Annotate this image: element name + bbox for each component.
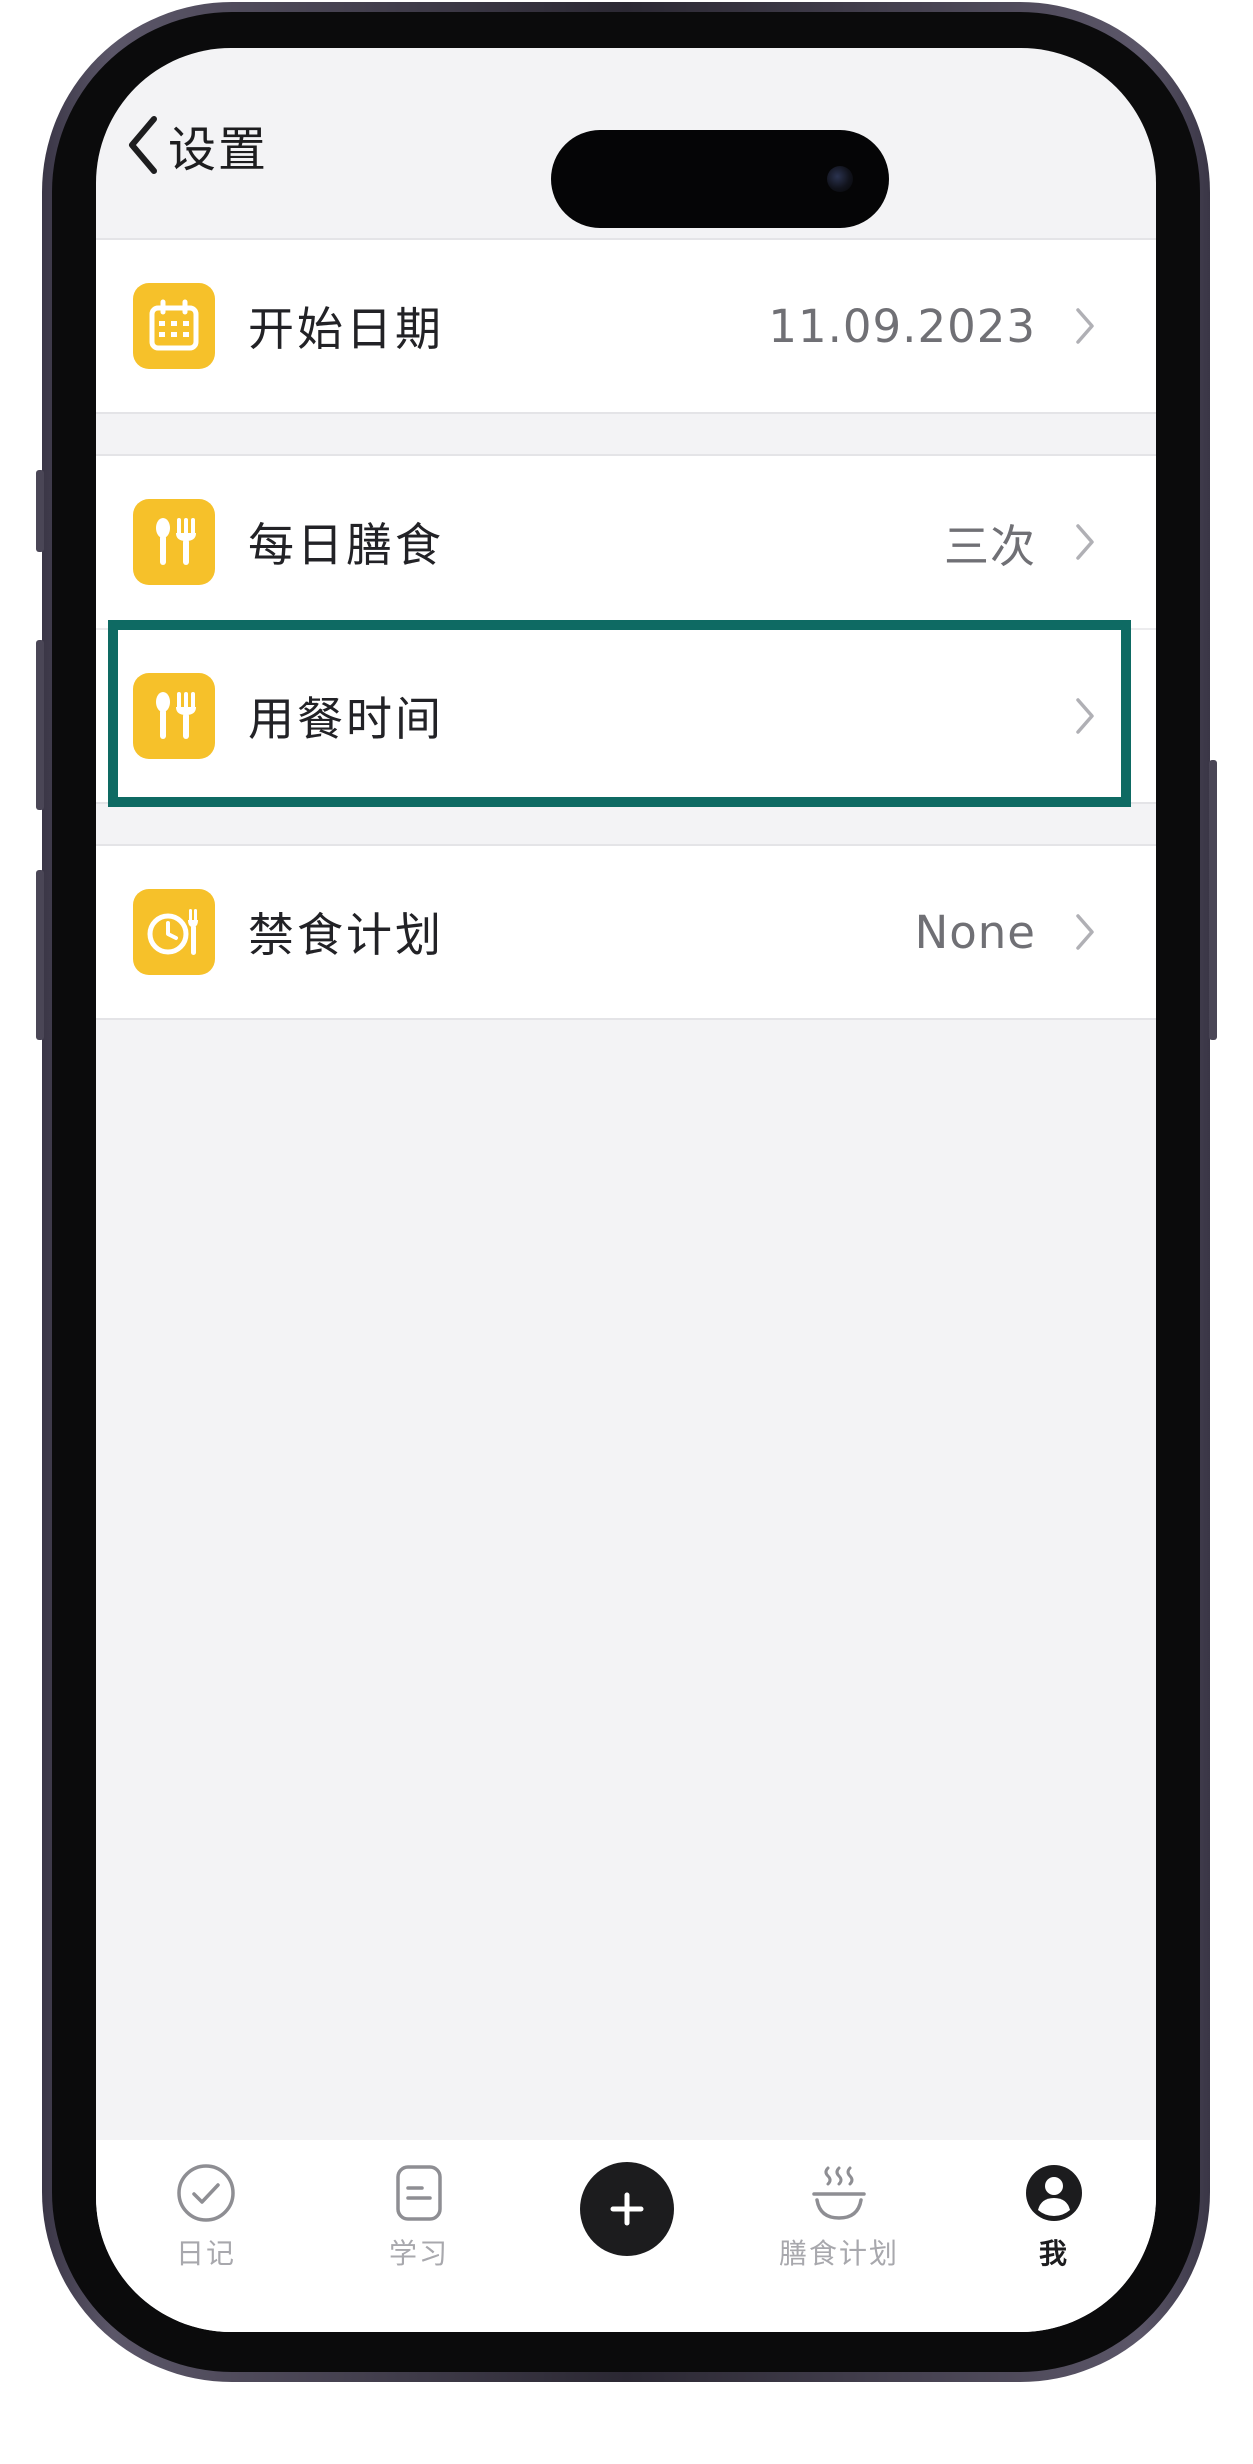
tab-meal-plan[interactable]: 膳食计划	[759, 2162, 919, 2272]
check-circle-icon	[177, 2164, 235, 2222]
fasting-plan-value: None	[914, 905, 1036, 959]
calendar-icon	[133, 283, 215, 369]
chevron-right-icon	[1076, 308, 1094, 344]
chevron-right-icon	[1076, 914, 1094, 950]
clock-utensils-icon	[133, 889, 215, 975]
fasting-plan-row[interactable]: 禁食计划 None	[96, 846, 1156, 1018]
utensils-icon	[133, 673, 215, 759]
start-date-label: 开始日期	[248, 302, 444, 356]
page-title: 设置	[168, 122, 269, 178]
chevron-right-icon	[1076, 698, 1094, 734]
tab-me[interactable]: 我	[974, 2162, 1134, 2272]
daily-meals-row[interactable]: 每日膳食 三次	[96, 456, 1156, 628]
tab-learn[interactable]: 学习	[339, 2162, 499, 2272]
tab-diary-label: 日记	[175, 2237, 236, 2270]
start-date-row[interactable]: 开始日期 11.09.2023	[96, 240, 1156, 412]
power-button	[1209, 760, 1217, 1040]
tab-diary[interactable]: 日记	[126, 2162, 286, 2272]
add-button[interactable]	[580, 2162, 674, 2256]
daily-meals-label: 每日膳食	[248, 518, 444, 572]
settings-group-fasting: 禁食计划 None	[96, 844, 1156, 1020]
plus-icon	[610, 2192, 644, 2226]
dynamic-island	[551, 130, 889, 228]
tab-bar: 日记 学习 膳食计划 我	[96, 2140, 1156, 2332]
tab-meal-plan-label: 膳食计划	[778, 2237, 899, 2270]
meal-time-label: 用餐时间	[248, 692, 444, 746]
tab-me-label: 我	[1038, 2237, 1069, 2270]
fasting-plan-label: 禁食计划	[248, 908, 444, 962]
utensils-icon	[133, 499, 215, 585]
note-icon	[396, 2165, 442, 2221]
camera-icon	[827, 166, 853, 192]
start-date-value: 11.09.2023	[768, 299, 1036, 353]
app-screen: 设置 开始日期 11.09.2023 每日膳食 三次 用餐时间 禁食计划 Non…	[96, 48, 1156, 2332]
chevron-left-icon	[129, 116, 157, 174]
tab-learn-label: 学习	[388, 2237, 449, 2270]
volume-up-button	[36, 640, 44, 810]
settings-group-meals: 每日膳食 三次 用餐时间	[96, 454, 1156, 804]
daily-meals-value: 三次	[943, 519, 1036, 573]
profile-icon	[1026, 2165, 1082, 2221]
settings-group-date: 开始日期 11.09.2023	[96, 238, 1156, 414]
chevron-right-icon	[1076, 524, 1094, 560]
steaming-bowl-icon	[812, 2166, 866, 2220]
back-button[interactable]: 设置	[126, 110, 268, 180]
meal-time-row[interactable]: 用餐时间	[96, 628, 1156, 802]
action-button	[36, 470, 44, 552]
volume-down-button	[36, 870, 44, 1040]
